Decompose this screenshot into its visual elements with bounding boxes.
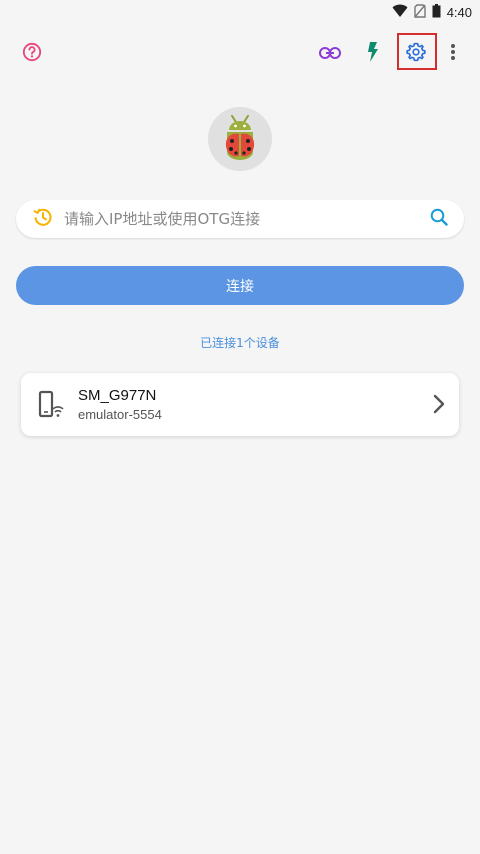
more-options-button[interactable]	[435, 36, 471, 72]
flash-icon	[366, 41, 380, 67]
help-button[interactable]	[14, 36, 50, 72]
chevron-right-icon	[429, 393, 449, 415]
search-bar	[16, 200, 464, 238]
history-icon	[33, 207, 53, 231]
no-sim-icon	[413, 3, 426, 22]
status-time: 4:40	[446, 4, 472, 20]
connect-button[interactable]: 连接	[16, 266, 464, 305]
settings-highlight-box	[397, 33, 437, 70]
connected-devices-status: 已连接1个设备	[200, 336, 280, 350]
device-list-item[interactable]: SM_G977N emulator-5554	[21, 373, 459, 436]
search-icon	[430, 208, 448, 230]
help-icon	[22, 42, 42, 66]
device-name: SM_G977N	[78, 387, 157, 404]
device-serial: emulator-5554	[78, 407, 162, 422]
app-logo	[208, 107, 272, 171]
flash-button[interactable]	[355, 36, 391, 72]
wifi-icon	[392, 3, 408, 22]
link-icon	[319, 45, 341, 64]
search-button[interactable]	[426, 206, 452, 232]
status-bar: 4:40	[0, 0, 480, 24]
screen: 4:40 请输入IP地址或使用OTG连接 连接 已连接1个设备 SM_G977N…	[0, 0, 480, 854]
ip-address-input[interactable]	[64, 210, 426, 228]
battery-icon	[432, 3, 441, 22]
more-vert-icon	[450, 43, 456, 65]
history-button[interactable]	[30, 206, 56, 232]
connect-button-label: 连接	[226, 278, 254, 295]
ladybug-android-icon	[217, 112, 263, 166]
phone-wifi-icon	[37, 389, 65, 421]
link-button[interactable]	[312, 36, 348, 72]
